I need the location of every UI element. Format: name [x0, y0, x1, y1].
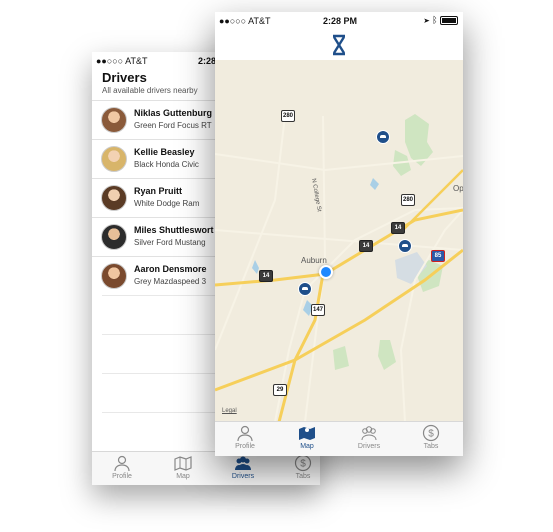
battery-icon — [440, 16, 458, 26]
driver-name: Niklas Guttenburg — [134, 108, 213, 118]
place-label: Op — [453, 184, 463, 193]
driver-car-pin[interactable] — [298, 282, 312, 296]
route-shield: 147 — [311, 304, 325, 316]
driver-car: Silver Ford Mustang — [134, 238, 206, 247]
carrier-label: ●●○○○ AT&T — [219, 16, 271, 26]
group-icon — [235, 456, 251, 470]
tab-label: Tabs — [295, 473, 311, 480]
driver-car: White Dodge Ram — [134, 199, 200, 208]
svg-text:$: $ — [428, 429, 434, 440]
driver-car: Grey Mazdaspeed 3 — [134, 277, 207, 286]
route-shield: 14 — [259, 270, 273, 282]
group-icon — [361, 426, 377, 441]
tab-map[interactable]: Map — [287, 424, 327, 450]
dollar-icon: $ — [294, 454, 312, 472]
person-icon — [237, 425, 253, 442]
person-icon — [114, 455, 130, 472]
driver-name: Miles Shuttleswort — [134, 225, 214, 235]
app-logo-icon — [332, 34, 346, 56]
route-shield: 29 — [273, 384, 287, 396]
avatar — [101, 224, 127, 250]
tab-bar: Profile Map Drivers $ Tabs — [215, 421, 463, 456]
driver-name: Ryan Pruitt — [134, 186, 183, 196]
driver-car-pin[interactable] — [376, 130, 390, 144]
tab-label: Profile — [112, 473, 132, 480]
tab-profile[interactable]: Profile — [225, 424, 265, 450]
map-screen: ●●○○○ AT&T 2:28 PM ➤ ᛒ 280 280 14 14 14 … — [215, 12, 463, 456]
driver-car-pin[interactable] — [398, 239, 412, 253]
status-icons: ➤ ᛒ — [424, 15, 458, 26]
bluetooth-icon: ᛒ — [432, 15, 438, 25]
tab-profile[interactable]: Profile — [102, 454, 142, 480]
tab-label: Map — [300, 443, 314, 450]
tab-label: Drivers — [357, 443, 381, 450]
avatar — [101, 146, 127, 172]
svg-text:$: $ — [300, 459, 306, 470]
tab-label: Profile — [235, 443, 255, 450]
avatar — [101, 107, 127, 133]
tab-drivers[interactable]: Drivers — [223, 454, 263, 480]
tab-map[interactable]: Map — [163, 454, 203, 480]
carrier-label: ●●○○○ AT&T — [96, 56, 148, 66]
avatar — [101, 185, 127, 211]
route-shield: 280 — [281, 110, 295, 122]
tab-label: Tabs — [423, 443, 439, 450]
route-shield: 14 — [359, 240, 373, 252]
clock-label: 2:28 — [198, 56, 217, 66]
driver-car: Green Ford Focus RT — [134, 121, 212, 130]
driver-name: Aaron Densmore — [134, 264, 207, 274]
route-shield: 14 — [391, 222, 405, 234]
avatar — [101, 263, 127, 289]
map-icon — [299, 427, 315, 440]
driver-car: Black Honda Civic — [134, 160, 199, 169]
page-title: Drivers — [102, 70, 147, 85]
tab-drivers[interactable]: Drivers — [349, 424, 389, 450]
town-label: Auburn — [301, 256, 327, 265]
driver-name: Kellie Beasley — [134, 147, 195, 157]
page-subtitle: All available drivers nearby — [102, 86, 198, 95]
map-view[interactable]: 280 280 14 14 14 147 29 85 Auburn N Coll… — [215, 60, 463, 422]
tab-label: Drivers — [231, 473, 255, 480]
route-shield: 280 — [401, 194, 415, 206]
location-arrow-icon: ➤ — [424, 15, 430, 25]
status-bar: ●●○○○ AT&T 2:28 PM ➤ ᛒ — [215, 12, 463, 30]
current-location-dot — [319, 265, 333, 279]
dollar-icon: $ — [422, 424, 440, 442]
map-icon — [174, 456, 192, 471]
clock-label: 2:28 PM — [323, 16, 358, 26]
legal-link[interactable]: Legal — [222, 408, 237, 414]
map-roads — [215, 114, 463, 422]
nav-header — [215, 30, 463, 60]
interstate-shield: 85 — [431, 250, 445, 262]
tab-label: Map — [176, 473, 190, 480]
tab-bar: Profile Map Drivers $ Tabs — [92, 451, 320, 485]
tab-tabs[interactable]: $ Tabs — [283, 454, 320, 480]
tab-tabs[interactable]: $ Tabs — [411, 424, 451, 450]
